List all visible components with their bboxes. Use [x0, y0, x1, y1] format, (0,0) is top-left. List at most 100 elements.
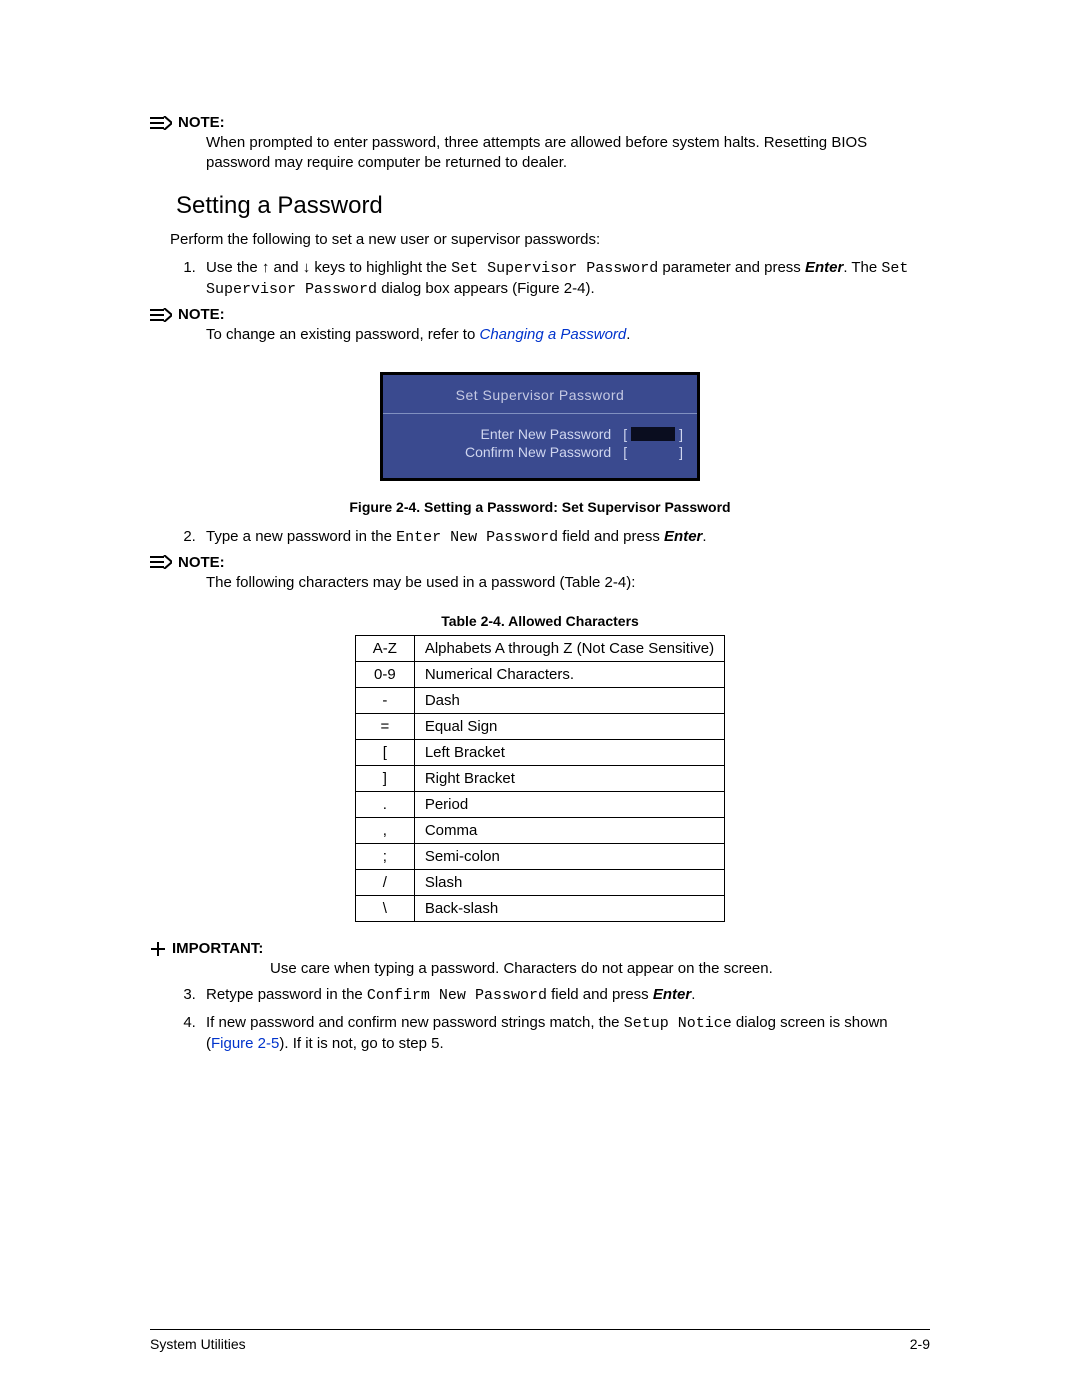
bios-dialog-body: Enter New Password [] Confirm New Passwo…: [383, 414, 697, 478]
table-cell-description: Period: [414, 792, 724, 818]
right-bracket-icon: ]: [679, 426, 683, 442]
note-block-2: NOTE: To change an existing password, re…: [150, 306, 930, 345]
text: Retype password in the: [206, 986, 367, 1003]
note-header: NOTE:: [150, 554, 930, 571]
bios-input-enter: []: [623, 426, 683, 442]
bios-dialog-title: Set Supervisor Password: [383, 375, 697, 414]
important-block: IMPORTANT: Use care when typing a passwo…: [150, 940, 930, 979]
table-cell-symbol: .: [355, 792, 414, 818]
note-label: NOTE:: [178, 114, 225, 131]
text: and: [269, 259, 302, 276]
important-header: IMPORTANT:: [150, 940, 930, 957]
text: ). If it is not, go to step 5.: [279, 1035, 443, 1052]
table-cell-symbol: /: [355, 870, 414, 896]
note-header: NOTE:: [150, 306, 930, 323]
note-icon: [150, 308, 172, 322]
text: Use the: [206, 259, 262, 276]
text: . The: [843, 259, 881, 276]
list-item-1: Use the ↑ and ↓ keys to highlight the Se…: [200, 258, 910, 301]
password-box-empty: [631, 445, 675, 459]
code-text: Setup Notice: [624, 1015, 732, 1032]
table-cell-symbol: =: [355, 714, 414, 740]
text: parameter and press: [658, 259, 805, 276]
text: .: [702, 528, 706, 545]
bios-row-confirm: Confirm New Password []: [397, 444, 683, 460]
table-cell-description: Dash: [414, 688, 724, 714]
right-bracket-icon: ]: [679, 444, 683, 460]
text: keys to highlight the: [310, 259, 451, 276]
table-cell-description: Semi-colon: [414, 844, 724, 870]
bios-label: Enter New Password: [397, 426, 623, 442]
text: If new password and confirm new password…: [206, 1014, 624, 1031]
note-body-2: To change an existing password, refer to…: [206, 325, 930, 345]
list-item-4: If new password and confirm new password…: [200, 1013, 910, 1055]
left-bracket-icon: [: [623, 426, 627, 442]
table-cell-description: Right Bracket: [414, 766, 724, 792]
ordered-list-3: Retype password in the Confirm New Passw…: [170, 985, 910, 1054]
table-row: 0-9Numerical Characters.: [355, 662, 724, 688]
table-cell-symbol: [: [355, 740, 414, 766]
text: .: [626, 326, 630, 343]
table-cell-symbol: ,: [355, 818, 414, 844]
footer-left: System Utilities: [150, 1336, 246, 1352]
important-body: Use care when typing a password. Charact…: [270, 959, 930, 979]
text: field and press: [558, 528, 664, 545]
text: field and press: [547, 986, 653, 1003]
table-cell-symbol: ]: [355, 766, 414, 792]
note-body-1: When prompted to enter password, three a…: [206, 133, 930, 174]
bios-row-enter: Enter New Password []: [397, 426, 683, 442]
list-item-2: Type a new password in the Enter New Pas…: [200, 527, 910, 548]
table-row: /Slash: [355, 870, 724, 896]
figure-2-4: Set Supervisor Password Enter New Passwo…: [150, 372, 930, 515]
enter-key: Enter: [653, 986, 691, 1003]
table-row: A-ZAlphabets A through Z (Not Case Sensi…: [355, 636, 724, 662]
link-figure-2-5[interactable]: Figure 2-5: [211, 1035, 279, 1052]
text: .: [691, 986, 695, 1003]
note-label: NOTE:: [178, 306, 225, 323]
bios-input-confirm: []: [623, 444, 683, 460]
table-cell-symbol: \: [355, 896, 414, 922]
table-cell-symbol: -: [355, 688, 414, 714]
important-label: IMPORTANT:: [172, 940, 263, 957]
left-bracket-icon: [: [623, 444, 627, 460]
table-cell-description: Equal Sign: [414, 714, 724, 740]
intro-paragraph: Perform the following to set a new user …: [170, 230, 910, 250]
note-block-1: NOTE: When prompted to enter password, t…: [150, 114, 930, 174]
table-row: =Equal Sign: [355, 714, 724, 740]
footer-right: 2-9: [910, 1336, 930, 1352]
text: Type a new password in the: [206, 528, 396, 545]
enter-key: Enter: [664, 528, 702, 545]
code-text: Enter New Password: [396, 529, 558, 546]
table-row: [Left Bracket: [355, 740, 724, 766]
table-cell-symbol: 0-9: [355, 662, 414, 688]
table-caption: Table 2-4. Allowed Characters: [150, 613, 930, 629]
table-row: ;Semi-colon: [355, 844, 724, 870]
text: To change an existing password, refer to: [206, 326, 480, 343]
note-icon: [150, 555, 172, 569]
table-cell-description: Back-slash: [414, 896, 724, 922]
ordered-list-1: Use the ↑ and ↓ keys to highlight the Se…: [170, 258, 910, 301]
code-text: Confirm New Password: [367, 987, 547, 1004]
link-changing-password[interactable]: Changing a Password: [480, 326, 627, 343]
list-item-3: Retype password in the Confirm New Passw…: [200, 985, 910, 1006]
table-cell-description: Numerical Characters.: [414, 662, 724, 688]
allowed-characters-table: A-ZAlphabets A through Z (Not Case Sensi…: [355, 635, 725, 922]
text: dialog box appears (Figure 2-4).: [377, 280, 595, 297]
table-cell-description: Alphabets A through Z (Not Case Sensitiv…: [414, 636, 724, 662]
code-text: Set Supervisor Password: [451, 260, 658, 277]
table-row: -Dash: [355, 688, 724, 714]
bios-label: Confirm New Password: [397, 444, 623, 460]
figure-caption: Figure 2-4. Setting a Password: Set Supe…: [150, 499, 930, 515]
page-footer: System Utilities 2-9: [150, 1329, 930, 1352]
table-cell-description: Left Bracket: [414, 740, 724, 766]
table-cell-symbol: A-Z: [355, 636, 414, 662]
note-label: NOTE:: [178, 554, 225, 571]
password-box: [631, 427, 675, 441]
table-row: ]Right Bracket: [355, 766, 724, 792]
table-row: ,Comma: [355, 818, 724, 844]
note-block-3: NOTE: The following characters may be us…: [150, 554, 930, 593]
table-row: .Period: [355, 792, 724, 818]
document-page: NOTE: When prompted to enter password, t…: [0, 0, 1080, 1397]
note-body-3: The following characters may be used in …: [206, 573, 930, 593]
note-header: NOTE:: [150, 114, 930, 131]
